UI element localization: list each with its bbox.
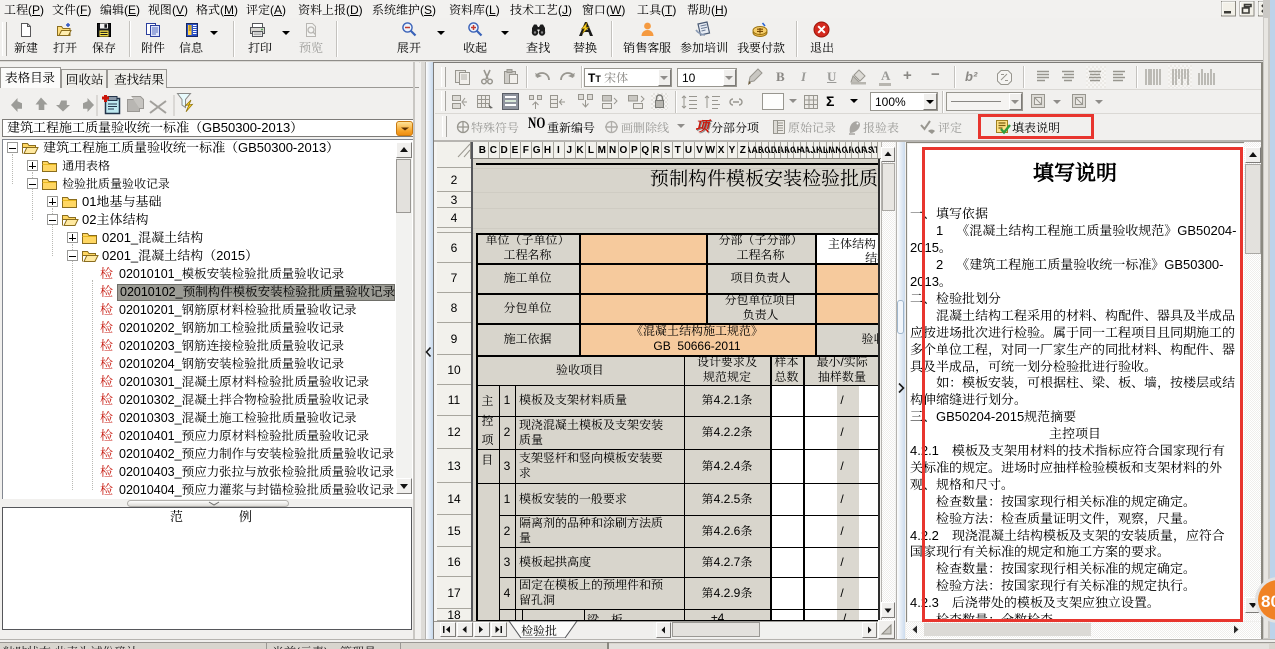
- svg-text:800: 800: [1261, 592, 1275, 611]
